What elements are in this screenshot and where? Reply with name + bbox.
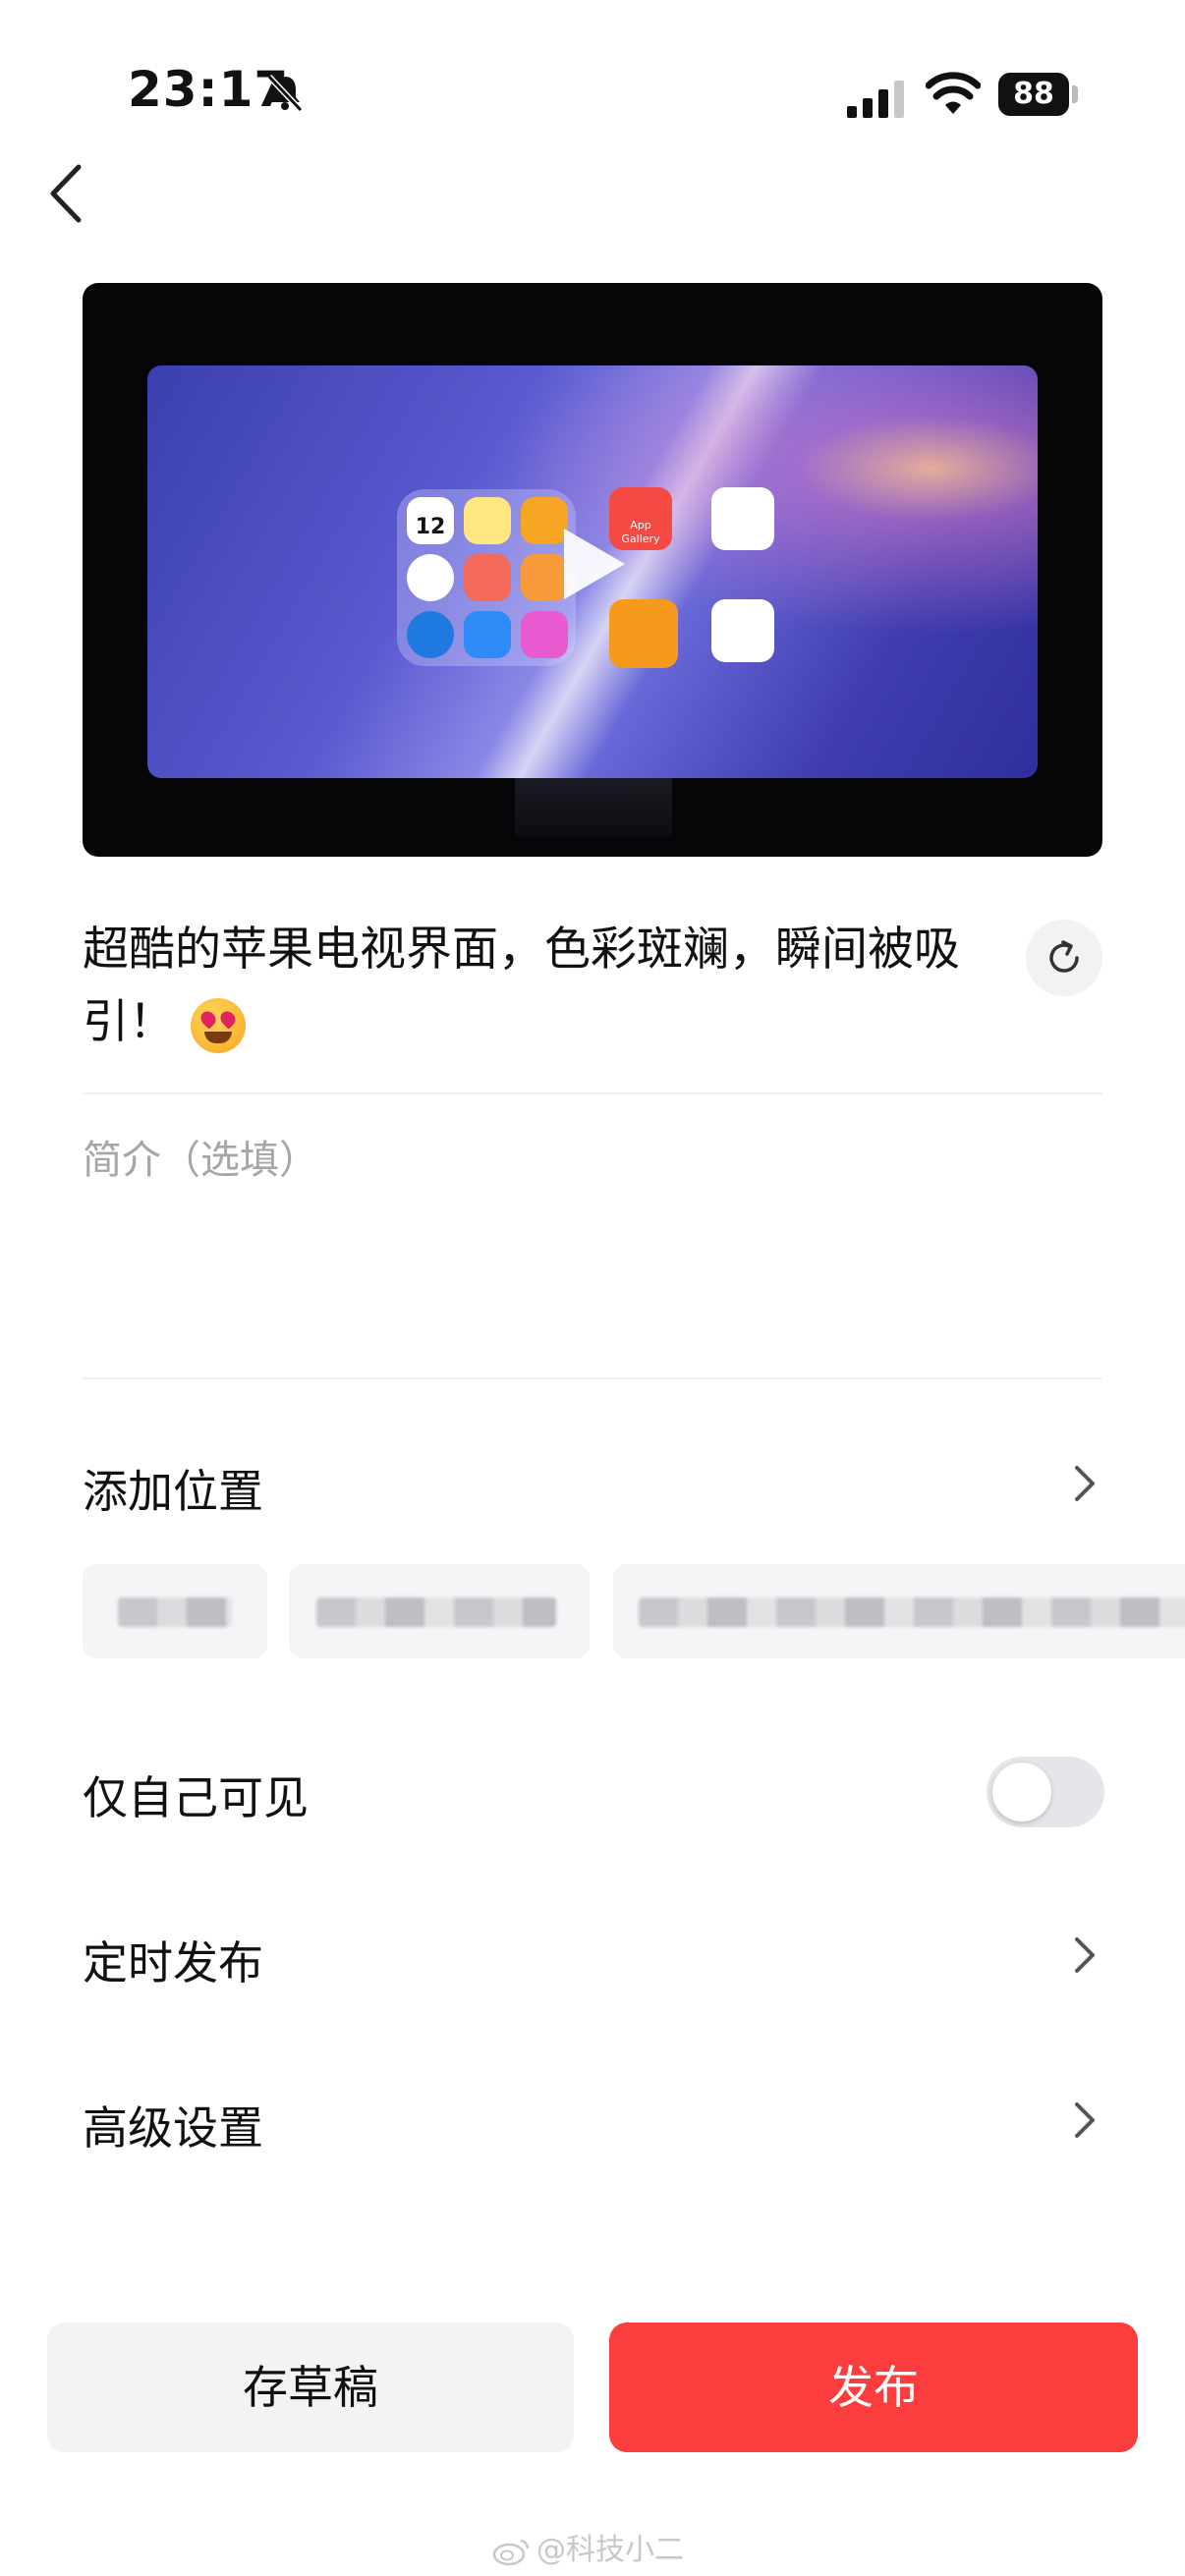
add-location-row[interactable]: 添加位置 [83,1456,263,1521]
save-draft-button[interactable]: 存草稿 [47,2323,574,2452]
heart-eyes-emoji-icon [191,997,246,1053]
play-icon[interactable] [564,529,625,599]
visible-only-me-toggle[interactable] [987,1757,1104,1827]
browser-app-icon [407,611,454,658]
cellular-signal-icon [847,81,904,118]
chevron-right-icon[interactable] [1069,1462,1099,1505]
video-app-icon [609,599,678,668]
location-chip[interactable] [613,1564,1185,1658]
chevron-right-icon[interactable] [1069,2099,1099,2142]
gift-app-icon [464,554,511,601]
divider [83,1377,1102,1379]
post-title[interactable]: 超酷的苹果电视界面，色彩斑斓，瞬间被吸引！ [83,914,996,1059]
description-input[interactable]: 简介（选填） [83,1128,318,1185]
clock-app-icon [407,554,454,601]
scheduled-publish-row[interactable]: 定时发布 [83,1928,263,1992]
visible-only-me-label: 仅自己可见 [83,1771,309,1824]
paintbrush-app-icon [711,487,774,550]
watermark-text: @科技小二 [536,2533,684,2567]
wifi-icon [926,72,981,114]
video-preview[interactable]: 12 App Gallery [83,283,1102,857]
divider [83,1092,1102,1094]
toggle-knob [992,1763,1051,1821]
calendar-day: 12 [415,515,446,539]
photos-app-icon [711,599,774,662]
chevron-left-icon[interactable] [43,159,94,228]
bell-muted-icon [266,74,304,113]
chevron-right-icon[interactable] [1069,1933,1099,1977]
refresh-icon[interactable] [1026,920,1102,996]
mail-app-icon [464,611,511,658]
publish-button[interactable]: 发布 [609,2323,1138,2452]
location-suggestions [83,1564,1185,1658]
advanced-settings-row[interactable]: 高级设置 [83,2093,263,2157]
tv-stand [515,778,672,837]
files-app-icon [521,611,568,658]
battery-level: 88 [1013,77,1054,111]
location-chip[interactable] [83,1564,267,1658]
wallet-app-icon [521,554,568,601]
weibo-logo-icon [492,2539,530,2565]
tasks-app-icon [521,497,568,544]
notes-app-icon [464,497,511,544]
battery-icon: 88 [998,73,1081,116]
watermark: @科技小二 [491,2525,684,2568]
location-chip[interactable] [289,1564,590,1658]
